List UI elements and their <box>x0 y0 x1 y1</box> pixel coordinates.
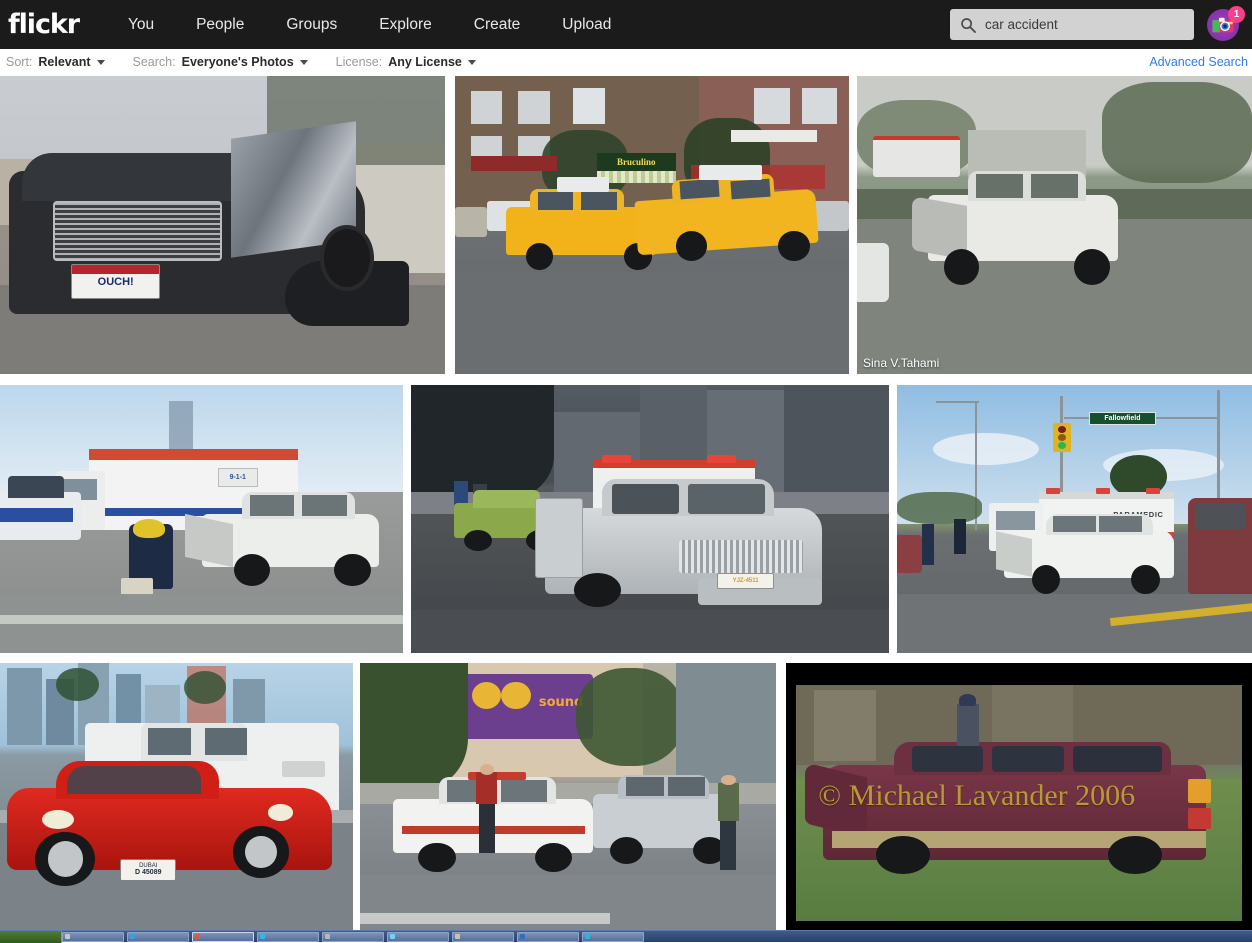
photo-artwork: DUBAI D 45089 <box>0 663 353 935</box>
filter-search-value[interactable]: Everyone's Photos <box>182 55 294 69</box>
taskbar-item-7[interactable] <box>452 932 514 942</box>
photo-artwork: Fallowfield PARAMEDIC <box>897 385 1252 653</box>
taskbar-item-2[interactable] <box>127 932 189 942</box>
filter-license-label: License: <box>336 55 383 69</box>
photo-watermark: © Michael Lavander 2006 <box>818 779 1135 813</box>
photo-artwork: © Michael Lavander 2006 <box>796 685 1242 921</box>
photo-tile-maroon-minivan-lawn[interactable]: © Michael Lavander 2006 <box>786 663 1252 935</box>
chevron-down-icon[interactable] <box>468 60 476 65</box>
filter-sort-value[interactable]: Relevant <box>38 55 90 69</box>
nav-people[interactable]: People <box>175 0 265 49</box>
photo-tile-ambulance-firefighter[interactable]: 9-1-1 <box>0 385 403 653</box>
chevron-down-icon[interactable] <box>97 60 105 65</box>
filter-bar: Sort: Relevant Search: Everyone's Photos… <box>0 49 1252 76</box>
taskbar-item-9[interactable] <box>582 932 644 942</box>
street-sign-text: Fallowfield <box>1104 415 1140 422</box>
advanced-search-link[interactable]: Advanced Search <box>1149 55 1248 69</box>
license-plate: DUBAI D 45089 <box>120 859 176 881</box>
os-taskbar[interactable] <box>0 930 1252 942</box>
photo-artwork <box>857 76 1252 374</box>
photo-tile-police-car-storefront[interactable]: sound <box>360 663 776 935</box>
flickr-logo[interactable]: flickr <box>8 11 79 38</box>
filter-sort[interactable]: Sort: Relevant <box>6 55 105 69</box>
nav-create[interactable]: Create <box>453 0 542 49</box>
site-header: flickr You People Groups Explore Create … <box>0 0 1252 49</box>
license-plate-text: D 45089 <box>135 869 161 876</box>
photo-tile-paramedic-intersection[interactable]: Fallowfield PARAMEDIC <box>897 385 1252 653</box>
ambulance-label: 9-1-1 <box>230 474 246 481</box>
photo-artwork: YJZ-4511 <box>411 385 889 653</box>
photo-tile-silver-suv-intersection[interactable]: YJZ-4511 <box>411 385 889 653</box>
search-icon <box>960 17 976 33</box>
license-plate: YJZ-4511 <box>717 573 774 589</box>
photo-artwork: sound <box>360 663 776 935</box>
street-sign: Fallowfield <box>1089 412 1156 425</box>
taskbar-item-1[interactable] <box>62 932 124 942</box>
row-gap <box>0 376 1252 385</box>
taskbar-item-8[interactable] <box>517 932 579 942</box>
main-navigation: You People Groups Explore Create Upload <box>107 0 632 49</box>
filter-search-scope[interactable]: Search: Everyone's Photos <box>133 55 308 69</box>
results-row: DUBAI D 45089 sound <box>0 663 1252 935</box>
photo-tile-wrecked-black-sedan[interactable]: OUCH! <box>0 76 445 374</box>
license-plate-text: YJZ-4511 <box>733 578 759 584</box>
taskbar-item-4[interactable] <box>257 932 319 942</box>
filter-license[interactable]: License: Any License <box>336 55 476 69</box>
storefront-sign-text: Bruculino <box>617 157 656 167</box>
row-gap <box>0 654 1252 663</box>
taskbar-start-button[interactable] <box>0 931 62 943</box>
filter-search-label: Search: <box>133 55 176 69</box>
photo-artwork: OUCH! <box>0 76 445 374</box>
chevron-down-icon[interactable] <box>300 60 308 65</box>
results-row: 9-1-1 <box>0 385 1252 654</box>
results-row: OUCH! <box>0 76 1252 376</box>
nav-you[interactable]: You <box>107 0 175 49</box>
photo-watermark: Sina V.Tahami <box>863 356 939 370</box>
nav-explore[interactable]: Explore <box>358 0 453 49</box>
license-plate: OUCH! <box>71 264 160 300</box>
filter-sort-label: Sort: <box>6 55 32 69</box>
search-box[interactable] <box>950 9 1194 40</box>
search-input[interactable] <box>985 17 1180 32</box>
user-avatar[interactable]: 1 <box>1206 6 1244 44</box>
nav-groups[interactable]: Groups <box>265 0 358 49</box>
photo-tile-white-car-crash-street[interactable]: Sina V.Tahami <box>857 76 1252 374</box>
notification-badge[interactable]: 1 <box>1228 6 1245 23</box>
photo-tile-taxi-collision[interactable]: Bruculino <box>455 76 849 374</box>
filter-license-value[interactable]: Any License <box>388 55 462 69</box>
photo-tile-red-bmw-pickup[interactable]: DUBAI D 45089 <box>0 663 353 935</box>
nav-upload[interactable]: Upload <box>541 0 632 49</box>
taskbar-item-3[interactable] <box>192 932 254 942</box>
search-results-grid: OUCH! <box>0 76 1252 935</box>
photo-artwork: 9-1-1 <box>0 385 403 653</box>
license-plate-text: OUCH! <box>72 274 159 291</box>
header-right-cluster: 1 <box>950 0 1252 49</box>
taskbar-item-6[interactable] <box>387 932 449 942</box>
taskbar-item-5[interactable] <box>322 932 384 942</box>
photo-artwork: Bruculino <box>455 76 849 374</box>
